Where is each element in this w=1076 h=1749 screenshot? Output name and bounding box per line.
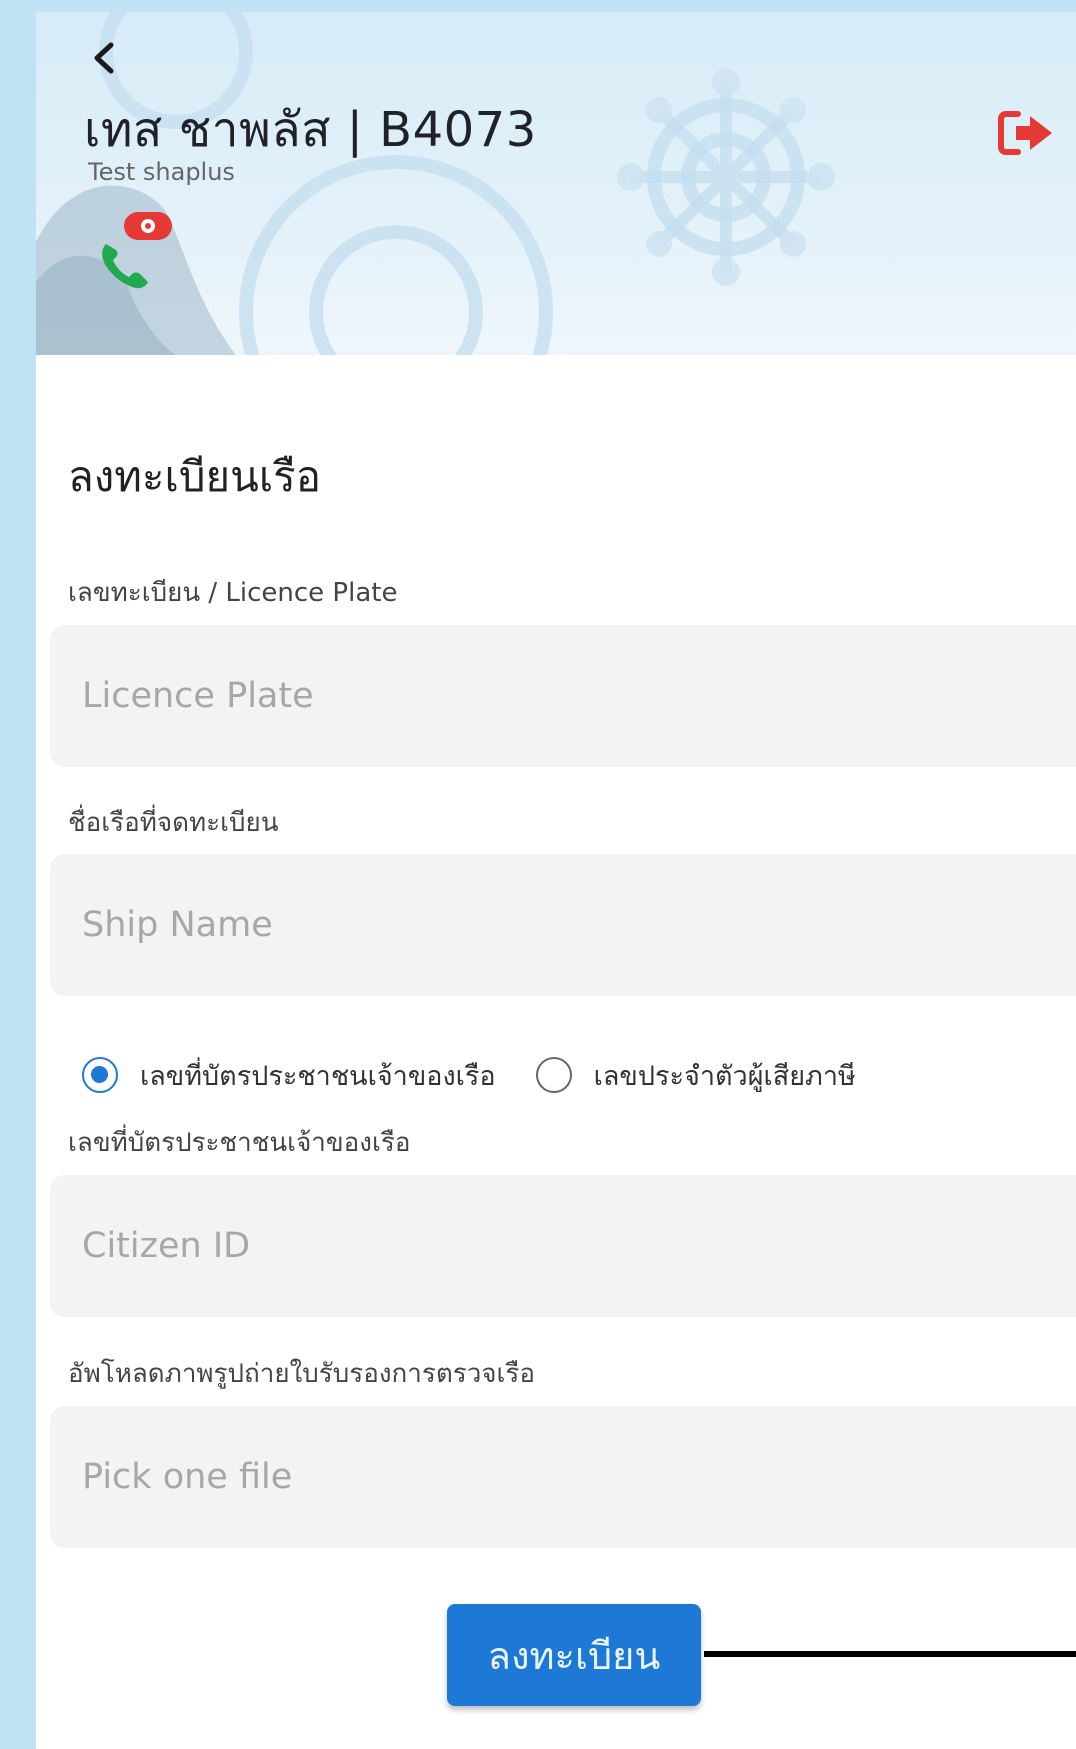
license-plate-label: เลขทะเบียน / Licence Plate (68, 578, 398, 608)
upload-label: อัพโหลดภาพรูปถ่ายใบรับรองการตรวจเรือ (68, 1359, 535, 1389)
logout-button[interactable] (998, 108, 1056, 158)
file-picker-input[interactable] (50, 1406, 1076, 1548)
tax-id-option-label: เลขประจำตัวผู้เสียภาษี (593, 1060, 856, 1092)
register-button[interactable]: ลงทะเบียน (447, 1604, 701, 1706)
citizen-id-input[interactable] (50, 1175, 1076, 1317)
page-header: เทส ชาพลัส | B4073 Test shaplus (36, 12, 1076, 355)
page-title: เทส ชาพลัส | B4073 (84, 102, 537, 158)
page-subtitle: Test shaplus (88, 158, 235, 186)
radio-checked-icon[interactable] (82, 1057, 118, 1093)
ship-name-input[interactable] (50, 854, 1076, 996)
app-frame: เทส ชาพลัส | B4073 Test shaplus ลงทะเบีย… (36, 12, 1076, 1749)
ship-name-label: ชื่อเรือที่จดทะเบียน (68, 808, 279, 838)
back-button[interactable] (84, 38, 124, 78)
chevron-left-icon (94, 42, 114, 74)
phone-support-icon (102, 212, 172, 289)
logout-icon (998, 111, 1052, 155)
section-title: ลงทะเบียนเรือ (68, 452, 321, 501)
id-type-radio-group: เลขที่บัตรประชาชนเจ้าของเรือ เลขประจำตัว… (82, 1050, 896, 1100)
citizen-id-label: เลขที่บัตรประชาชนเจ้าของเรือ (68, 1128, 411, 1158)
annotation-line (704, 1651, 1076, 1657)
citizen-id-option[interactable]: เลขที่บัตรประชาชนเจ้าของเรือ (82, 1054, 496, 1097)
license-plate-input[interactable] (50, 625, 1076, 767)
citizen-id-option-label: เลขที่บัตรประชาชนเจ้าของเรือ (140, 1060, 496, 1092)
radio-unchecked-icon[interactable] (535, 1057, 572, 1093)
tax-id-option[interactable]: เลขประจำตัวผู้เสียภาษี (535, 1054, 856, 1097)
support-call-button[interactable] (96, 208, 176, 292)
